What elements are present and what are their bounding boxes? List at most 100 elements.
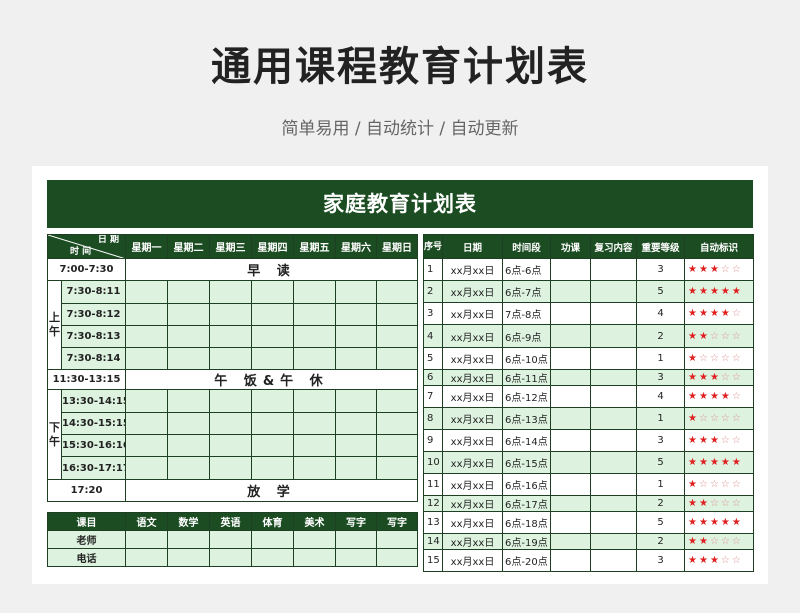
homework-cell[interactable] [550,495,591,512]
review-cell[interactable] [590,495,637,512]
review-cell[interactable] [590,302,637,325]
schedule-cell[interactable] [251,434,294,458]
homework-cell[interactable] [550,385,591,408]
review-cell[interactable] [590,429,637,452]
review-cell[interactable] [590,258,637,281]
schedule-cell[interactable] [125,347,168,371]
date-cell[interactable]: xx月xx日 [442,369,503,386]
date-cell[interactable]: xx月xx日 [442,511,503,534]
review-cell[interactable] [590,369,637,386]
priority-cell[interactable]: 4 [636,385,685,408]
date-cell[interactable]: xx月xx日 [442,429,503,452]
priority-cell[interactable]: 2 [636,495,685,512]
review-cell[interactable] [590,324,637,348]
priority-cell[interactable]: 3 [636,429,685,452]
homework-cell[interactable] [550,429,591,452]
schedule-cell[interactable] [376,411,418,436]
period-cell[interactable]: 6点-20点 [502,549,551,572]
teacher-cell[interactable] [167,548,210,567]
period-cell[interactable]: 6点-19点 [502,533,551,550]
schedule-cell[interactable] [251,302,294,326]
schedule-cell[interactable] [251,280,294,304]
schedule-cell[interactable] [335,411,377,436]
schedule-cell[interactable] [293,324,336,349]
schedule-cell[interactable] [209,434,252,458]
priority-cell[interactable]: 3 [636,549,685,572]
priority-cell[interactable]: 2 [636,533,685,550]
homework-cell[interactable] [550,511,591,534]
review-cell[interactable] [590,347,637,370]
schedule-cell[interactable] [376,302,418,326]
schedule-cell[interactable] [209,389,252,413]
teacher-cell[interactable] [209,548,252,567]
schedule-cell[interactable] [335,302,377,326]
priority-cell[interactable]: 5 [636,511,685,534]
schedule-cell[interactable] [335,434,377,458]
period-cell[interactable]: 6点-13点 [502,407,551,430]
schedule-cell[interactable] [251,347,294,371]
homework-cell[interactable] [550,407,591,430]
schedule-cell[interactable] [125,324,168,349]
period-cell[interactable]: 6点-18点 [502,511,551,534]
date-cell[interactable]: xx月xx日 [442,495,503,512]
review-cell[interactable] [590,280,637,303]
period-cell[interactable]: 6点-10点 [502,347,551,370]
homework-cell[interactable] [550,533,591,550]
homework-cell[interactable] [550,549,591,572]
schedule-cell[interactable] [293,280,336,304]
period-cell[interactable]: 6点-11点 [502,369,551,386]
period-cell[interactable]: 6点-15点 [502,451,551,474]
homework-cell[interactable] [550,347,591,370]
schedule-cell[interactable] [251,411,294,436]
date-cell[interactable]: xx月xx日 [442,533,503,550]
schedule-cell[interactable] [251,324,294,349]
schedule-cell[interactable] [209,280,252,304]
schedule-cell[interactable] [293,411,336,436]
homework-cell[interactable] [550,451,591,474]
schedule-cell[interactable] [167,347,210,371]
schedule-cell[interactable] [125,389,168,413]
teacher-cell[interactable] [293,530,336,549]
homework-cell[interactable] [550,473,591,496]
review-cell[interactable] [590,511,637,534]
schedule-cell[interactable] [251,456,294,480]
schedule-cell[interactable] [376,434,418,458]
teacher-cell[interactable] [209,530,252,549]
date-cell[interactable]: xx月xx日 [442,407,503,430]
schedule-cell[interactable] [125,302,168,326]
period-cell[interactable]: 6点-12点 [502,385,551,408]
schedule-cell[interactable] [293,347,336,371]
schedule-cell[interactable] [335,347,377,371]
review-cell[interactable] [590,385,637,408]
teacher-cell[interactable] [376,548,418,567]
priority-cell[interactable]: 5 [636,280,685,303]
teacher-cell[interactable] [251,530,294,549]
date-cell[interactable]: xx月xx日 [442,451,503,474]
schedule-cell[interactable] [209,347,252,371]
schedule-cell[interactable] [376,456,418,480]
schedule-cell[interactable] [167,280,210,304]
teacher-cell[interactable] [167,530,210,549]
period-cell[interactable]: 6点-14点 [502,429,551,452]
schedule-cell[interactable] [251,389,294,413]
period-cell[interactable]: 6点-7点 [502,280,551,303]
teacher-cell[interactable] [251,548,294,567]
schedule-cell[interactable] [293,302,336,326]
teacher-cell[interactable] [376,530,418,549]
schedule-cell[interactable] [167,324,210,349]
schedule-cell[interactable] [335,389,377,413]
schedule-cell[interactable] [335,456,377,480]
schedule-cell[interactable] [293,389,336,413]
priority-cell[interactable]: 3 [636,369,685,386]
schedule-cell[interactable] [125,411,168,436]
date-cell[interactable]: xx月xx日 [442,258,503,281]
priority-cell[interactable]: 1 [636,407,685,430]
schedule-cell[interactable] [209,324,252,349]
schedule-cell[interactable] [167,411,210,436]
priority-cell[interactable]: 1 [636,347,685,370]
date-cell[interactable]: xx月xx日 [442,280,503,303]
schedule-cell[interactable] [209,302,252,326]
schedule-cell[interactable] [167,434,210,458]
schedule-cell[interactable] [125,434,168,458]
schedule-cell[interactable] [125,280,168,304]
